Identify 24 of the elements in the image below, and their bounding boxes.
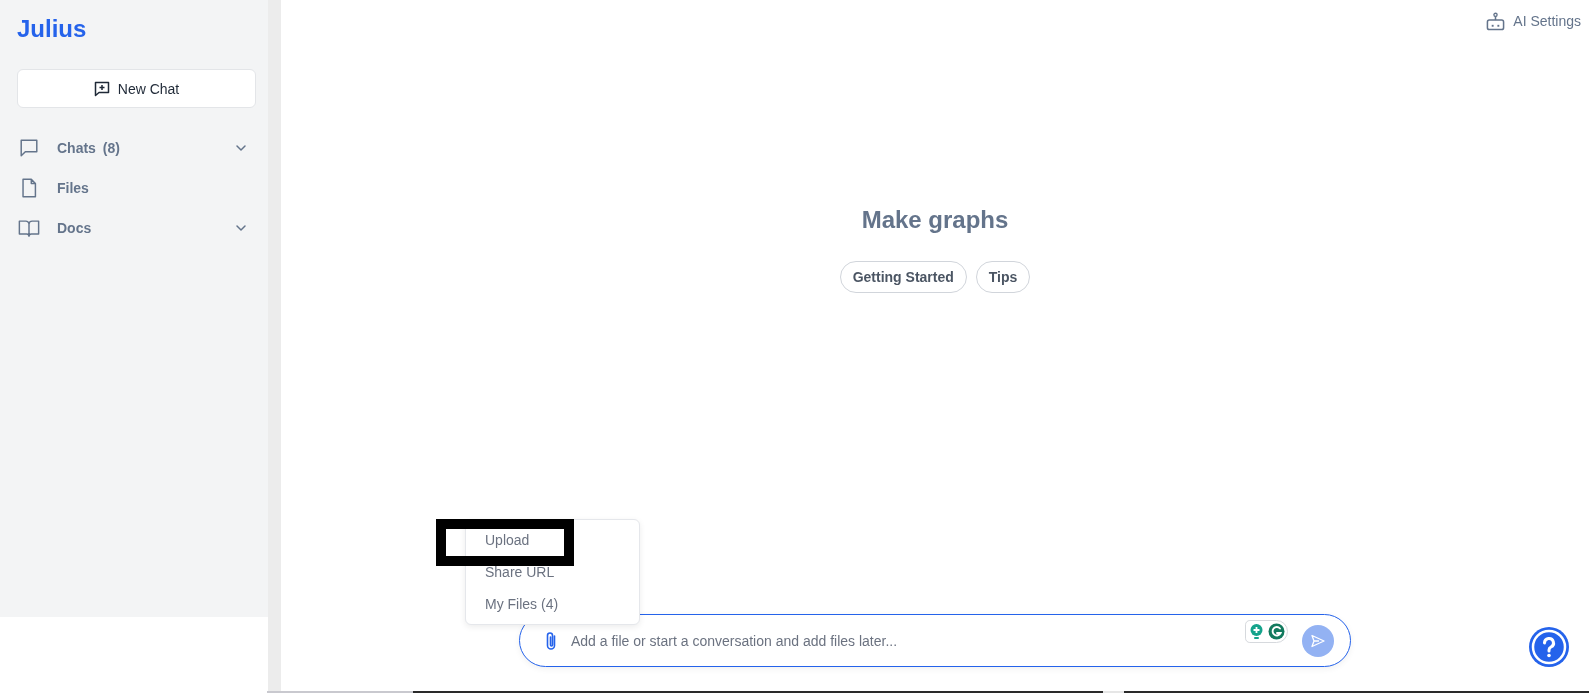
question-mark-icon [1529, 627, 1569, 667]
sidebar-item[interactable]: Files [17, 168, 252, 208]
chat-plus-icon [93, 80, 110, 97]
help-button[interactable] [1529, 627, 1569, 667]
paperclip-icon[interactable] [544, 630, 558, 651]
suggestion-chip[interactable]: Tips [975, 261, 1031, 293]
g-logo-icon [1268, 623, 1285, 640]
brand-title: Julius [17, 14, 87, 44]
paper-plane-icon [1310, 632, 1326, 649]
page-heading: Make graphs [861, 205, 1009, 235]
sidebar-item[interactable]: Chats (8) [17, 128, 252, 168]
menu-item[interactable]: Share URL [466, 556, 639, 588]
menu-item[interactable]: Upload [466, 524, 639, 556]
chat-bubble-icon [18, 137, 40, 159]
message-input[interactable]: Add a file or start a conversation and add files later... [571, 630, 1202, 651]
lightbulb-plus-icon [1248, 623, 1265, 640]
ai-settings-button[interactable]: AI Settings [1486, 11, 1581, 31]
suggestion-chip[interactable]: Getting Started [839, 261, 967, 293]
new-chat-button[interactable]: New Chat [17, 69, 256, 108]
message-composer[interactable]: Add a file or start a conversation and add files later... [519, 614, 1351, 667]
robot-icon [1486, 11, 1506, 31]
extension-badge[interactable] [1245, 620, 1288, 643]
sidebar-item[interactable]: Docs [17, 208, 252, 248]
open-book-icon [18, 217, 40, 239]
